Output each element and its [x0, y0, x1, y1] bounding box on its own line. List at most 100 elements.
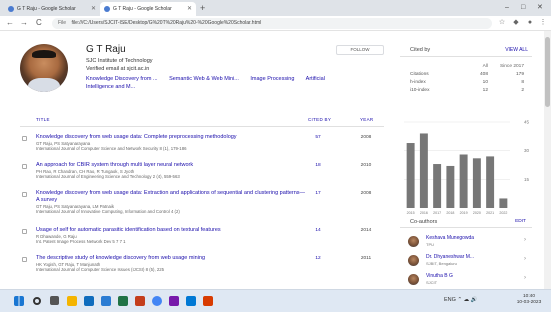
article-row: An approach for CBIR system through mult…	[20, 161, 384, 187]
stats-label[interactable]: h-index	[410, 79, 426, 87]
favicon-icon	[104, 6, 110, 12]
minimize-button[interactable]: –	[505, 2, 509, 14]
maximize-button[interactable]: □	[521, 2, 525, 14]
chart-bar[interactable]	[406, 143, 415, 208]
tab-title: G T Raju - Google Scholar	[113, 6, 172, 12]
article-checkbox[interactable]	[22, 164, 27, 169]
article-citations[interactable]: 18	[308, 163, 328, 168]
clock[interactable]: 10:40 10-03-2023	[509, 294, 549, 306]
chart-bar[interactable]	[459, 154, 468, 208]
article-checkbox[interactable]	[22, 257, 27, 262]
profile-photo	[20, 44, 68, 92]
windows-start-icon[interactable]	[14, 296, 24, 306]
stats-label[interactable]: i10-index	[410, 87, 429, 95]
article-checkbox[interactable]	[22, 229, 27, 234]
excel-icon[interactable]	[118, 296, 128, 306]
scrollbar-thumb[interactable]	[545, 37, 550, 107]
search-icon[interactable]	[33, 297, 41, 305]
address-label: File	[58, 20, 67, 26]
task-view-icon[interactable]	[50, 296, 59, 305]
interest-link[interactable]: Semantic Web & Web Mini...	[169, 76, 239, 82]
edit-coauthors-link[interactable]: EDIT	[515, 219, 526, 224]
article-checkbox[interactable]	[22, 136, 27, 141]
star-icon[interactable]: ☆	[498, 19, 506, 27]
stats-row: i10-index 12 2	[400, 87, 532, 95]
y-tick-label: 15	[524, 177, 530, 182]
article-citations[interactable]: 17	[308, 191, 328, 196]
citation-stats-table: All Since 2017 Citations 408 179 h-index…	[400, 63, 532, 95]
chevron-right-icon[interactable]: ›	[524, 237, 526, 243]
extensions-icon[interactable]: ◆	[512, 19, 520, 27]
article-title[interactable]: Knowledge discovery from web usage data:…	[36, 190, 306, 204]
close-tab-icon[interactable]: ✕	[91, 2, 96, 16]
chart-bar[interactable]	[499, 198, 508, 208]
stats-all: 408	[479, 72, 488, 77]
close-window-button[interactable]: ✕	[537, 2, 543, 14]
system-tray[interactable]: ENG ⌃ ☁ 🔊	[444, 297, 477, 303]
article-title[interactable]: The descriptive study of knowledge disco…	[36, 255, 306, 262]
coauthors-title: Co-authors	[410, 219, 438, 225]
article-citations[interactable]: 57	[308, 135, 328, 140]
menu-icon[interactable]: ⋮	[539, 19, 547, 27]
chart-bar[interactable]	[446, 165, 455, 208]
chart-bar[interactable]	[472, 158, 481, 208]
x-tick-label: 2020	[473, 211, 481, 215]
chart-bar[interactable]	[419, 133, 428, 208]
coauthor-item[interactable]: Vinutha B G SJCIT ›	[404, 272, 532, 289]
clock-date: 10-03-2023	[516, 300, 542, 305]
cited-by-column-header[interactable]: CITED BY	[308, 117, 331, 122]
file-explorer-icon[interactable]	[67, 296, 77, 306]
favicon-icon	[8, 6, 14, 12]
article-title[interactable]: An approach for CBIR system through mult…	[36, 162, 306, 169]
year-column-header[interactable]: YEAR	[360, 117, 373, 122]
browser-tab-active[interactable]: G T Raju - Google Scholar ✕	[100, 2, 196, 16]
coauthor-name[interactable]: Keshava Munegowda	[426, 235, 474, 241]
interest-link[interactable]: Image Processing	[250, 76, 294, 82]
profile-icon[interactable]: ●	[526, 19, 534, 27]
title-column-header[interactable]: TITLE	[36, 117, 50, 122]
article-row: Usage of self for automatic parasitic id…	[20, 226, 384, 252]
article-checkbox[interactable]	[22, 192, 27, 197]
coauthor-name[interactable]: Vinutha B G	[426, 273, 453, 279]
article-venue: Int. Patent Image Process Network Dev 5 …	[36, 239, 126, 244]
address-bar[interactable]: File file:///C:/Users/SJCIT-ISE/Desktop/…	[52, 18, 492, 29]
view-all-link[interactable]: VIEW ALL	[505, 47, 528, 53]
chart-bar[interactable]	[486, 156, 495, 208]
reload-button[interactable]: C	[36, 17, 42, 29]
coauthor-item[interactable]: Keshava Munegowda TPU ›	[404, 234, 532, 252]
close-tab-icon[interactable]: ✕	[187, 2, 192, 16]
powerpoint-icon[interactable]	[135, 296, 145, 306]
new-tab-button[interactable]: +	[200, 2, 205, 14]
coauthor-affiliation: TPU	[426, 242, 434, 247]
forward-button[interactable]: →	[20, 17, 28, 29]
chevron-right-icon[interactable]: ›	[524, 275, 526, 281]
article-title[interactable]: Usage of self for automatic parasitic id…	[36, 227, 306, 234]
article-citations[interactable]: 14	[308, 228, 328, 233]
store-icon[interactable]	[186, 296, 196, 306]
tab-title: G T Raju - Google Scholar	[17, 6, 76, 12]
photo-shirt	[28, 78, 60, 92]
profile-name: G T Raju	[86, 44, 126, 55]
follow-button[interactable]: FOLLOW	[336, 45, 384, 55]
page-scrollbar[interactable]	[544, 31, 551, 289]
chrome-icon[interactable]	[152, 296, 162, 306]
chart-bar[interactable]	[433, 164, 442, 208]
browser-tab[interactable]: G T Raju - Google Scholar ✕	[4, 2, 100, 16]
stats-header-row: All Since 2017	[400, 63, 532, 71]
edge-icon[interactable]	[84, 296, 94, 306]
acrobat-icon[interactable]	[203, 296, 213, 306]
interest-link[interactable]: Knowledge Discovery from ...	[86, 76, 158, 82]
cited-by-title: Cited by	[410, 47, 431, 53]
coauthor-name[interactable]: Dr. Dhyaneshwar M...	[426, 254, 474, 260]
article-citations[interactable]: 12	[308, 256, 328, 261]
coauthor-item[interactable]: Dr. Dhyaneshwar M... SJBIT, Bengaluru ›	[404, 253, 532, 271]
chevron-right-icon[interactable]: ›	[524, 256, 526, 262]
back-button[interactable]: ←	[6, 17, 14, 29]
profile-affiliation[interactable]: SJC Institute of Technology	[86, 58, 153, 64]
x-tick-label: 2018	[446, 211, 454, 215]
onenote-icon[interactable]	[169, 296, 179, 306]
article-title[interactable]: Knowledge discovery from web usage data:…	[36, 134, 306, 141]
screen: G T Raju - Google Scholar ✕ G T Raju - G…	[0, 0, 551, 312]
word-icon[interactable]	[101, 296, 111, 306]
stats-label[interactable]: Citations	[410, 71, 429, 79]
